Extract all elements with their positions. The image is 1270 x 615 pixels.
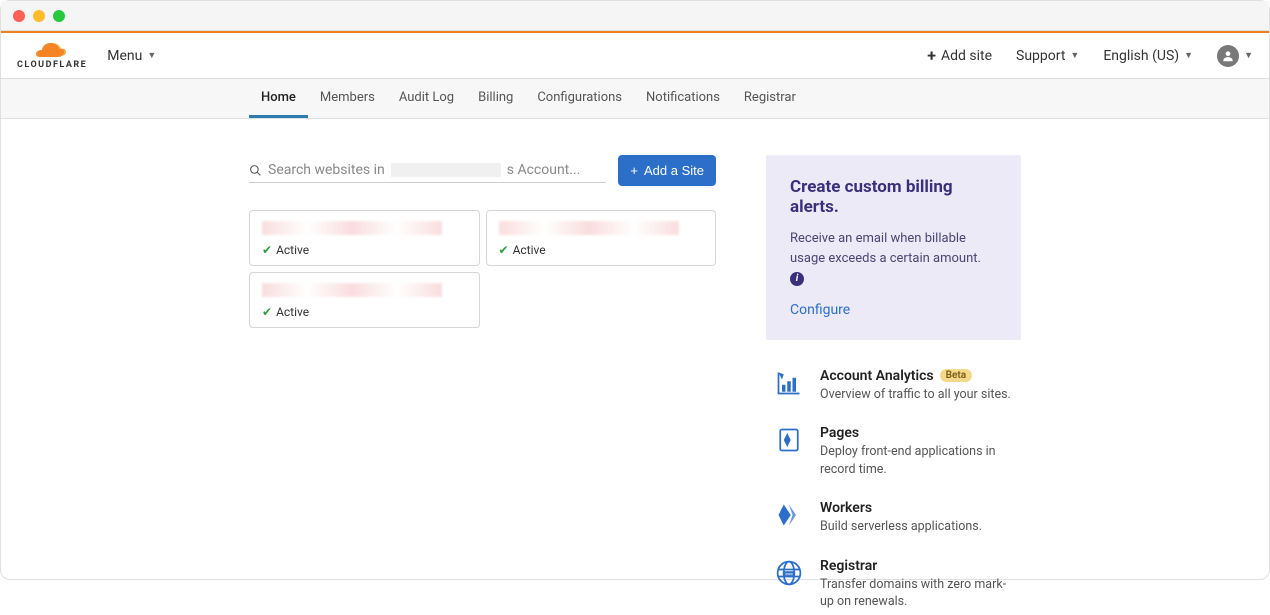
cloud-icon xyxy=(33,41,71,59)
brand-text: CLOUDFLARE xyxy=(17,61,87,70)
beta-badge: Beta xyxy=(940,369,972,382)
check-icon: ✔ xyxy=(262,243,272,257)
billing-alerts-promo: Create custom billing alerts. Receive an… xyxy=(766,155,1021,340)
search-suffix: s Account... xyxy=(507,162,581,178)
site-card[interactable]: ✔ Active xyxy=(249,210,480,266)
menu-button[interactable]: Menu ▼ xyxy=(107,48,156,64)
window-chrome xyxy=(1,1,1269,31)
feature-desc: Overview of traffic to all your sites. xyxy=(820,386,1013,404)
window-close-icon[interactable] xyxy=(13,10,25,22)
account-dropdown[interactable]: ▼ xyxy=(1217,45,1253,67)
redacted-site-name xyxy=(262,221,442,235)
chevron-down-icon: ▼ xyxy=(1184,50,1193,61)
tab-configurations[interactable]: Configurations xyxy=(525,79,634,118)
feature-body: Pages Deploy front-end applications in re… xyxy=(820,425,1013,478)
configure-link[interactable]: Configure xyxy=(790,302,850,318)
tab-billing[interactable]: Billing xyxy=(466,79,525,118)
user-avatar-icon xyxy=(1217,45,1239,67)
plus-icon: + xyxy=(927,46,936,65)
main-column: Search websites in s Account... + Add a … xyxy=(249,155,716,615)
support-label: Support xyxy=(1016,48,1065,64)
redacted-site-name xyxy=(262,283,442,297)
workers-icon xyxy=(774,500,804,530)
feature-title: Pages xyxy=(820,425,1013,441)
registrar-icon: www xyxy=(774,558,804,588)
chevron-down-icon: ▼ xyxy=(147,50,156,61)
status-label: Active xyxy=(513,243,546,257)
feature-body: Workers Build serverless applications. xyxy=(820,500,1013,536)
feature-body: Account AnalyticsBeta Overview of traffic… xyxy=(820,368,1013,404)
plus-icon: + xyxy=(630,163,638,178)
feature-list: Account AnalyticsBeta Overview of traffic… xyxy=(766,364,1021,615)
site-status: ✔ Active xyxy=(499,243,704,257)
tab-home[interactable]: Home xyxy=(249,79,308,118)
site-card[interactable]: ✔ Active xyxy=(249,272,480,328)
add-site-link[interactable]: + Add site xyxy=(927,46,992,65)
menu-label: Menu xyxy=(107,48,142,64)
language-label: English (US) xyxy=(1103,48,1179,64)
analytics-icon xyxy=(774,368,804,398)
check-icon: ✔ xyxy=(262,305,272,319)
cloudflare-logo[interactable]: CLOUDFLARE xyxy=(17,41,87,70)
feature-desc: Deploy front-end applications in record … xyxy=(820,443,1013,478)
feature-title: Workers xyxy=(820,500,1013,516)
promo-title: Create custom billing alerts. xyxy=(790,177,997,217)
feature-title: Registrar xyxy=(820,558,1013,574)
language-dropdown[interactable]: English (US) ▼ xyxy=(1103,48,1193,64)
feature-body: Registrar Transfer domains with zero mark… xyxy=(820,558,1013,611)
window-maximize-icon[interactable] xyxy=(53,10,65,22)
search-prefix: Search websites in xyxy=(268,162,385,178)
search-icon xyxy=(249,164,262,177)
info-icon[interactable]: i xyxy=(790,272,804,286)
add-site-label: Add site xyxy=(941,48,992,64)
topbar-left: CLOUDFLARE Menu ▼ xyxy=(17,41,156,70)
status-label: Active xyxy=(276,243,309,257)
add-site-button[interactable]: + Add a Site xyxy=(618,155,716,186)
site-status: ✔ Active xyxy=(262,243,467,257)
redacted-account-name xyxy=(391,163,501,177)
pages-icon xyxy=(774,425,804,455)
feature-pages[interactable]: Pages Deploy front-end applications in re… xyxy=(774,425,1013,478)
search-row: Search websites in s Account... + Add a … xyxy=(249,155,716,186)
chevron-down-icon: ▼ xyxy=(1070,50,1079,61)
feature-desc: Build serverless applications. xyxy=(820,518,1013,536)
topbar-right: + Add site Support ▼ English (US) ▼ ▼ xyxy=(927,45,1253,67)
window-minimize-icon[interactable] xyxy=(33,10,45,22)
redacted-site-name xyxy=(499,221,679,235)
status-label: Active xyxy=(276,305,309,319)
feature-account-analytics[interactable]: Account AnalyticsBeta Overview of traffic… xyxy=(774,368,1013,404)
topbar: CLOUDFLARE Menu ▼ + Add site Support ▼ E… xyxy=(1,33,1269,79)
feature-registrar[interactable]: www Registrar Transfer domains with zero m… xyxy=(774,558,1013,611)
tab-registrar[interactable]: Registrar xyxy=(732,79,808,118)
promo-body: Receive an email when billable usage exc… xyxy=(790,229,997,288)
content: Search websites in s Account... + Add a … xyxy=(1,119,1269,615)
check-icon: ✔ xyxy=(499,243,509,257)
tabbar: HomeMembersAudit LogBillingConfiguration… xyxy=(1,79,1269,119)
site-status: ✔ Active xyxy=(262,305,467,319)
search-input[interactable]: Search websites in s Account... xyxy=(249,158,606,183)
tab-members[interactable]: Members xyxy=(308,79,387,118)
sites-grid: ✔ Active ✔ Active ✔ Active xyxy=(249,210,716,328)
add-site-button-label: Add a Site xyxy=(644,163,704,178)
svg-text:www: www xyxy=(785,571,793,575)
support-dropdown[interactable]: Support ▼ xyxy=(1016,48,1079,64)
feature-title: Account AnalyticsBeta xyxy=(820,368,1013,384)
site-card[interactable]: ✔ Active xyxy=(486,210,717,266)
feature-desc: Transfer domains with zero mark-up on re… xyxy=(820,576,1013,611)
sidebar: Create custom billing alerts. Receive an… xyxy=(766,155,1021,615)
feature-workers[interactable]: Workers Build serverless applications. xyxy=(774,500,1013,536)
chevron-down-icon: ▼ xyxy=(1244,50,1253,61)
tab-notifications[interactable]: Notifications xyxy=(634,79,732,118)
tab-audit-log[interactable]: Audit Log xyxy=(387,79,466,118)
